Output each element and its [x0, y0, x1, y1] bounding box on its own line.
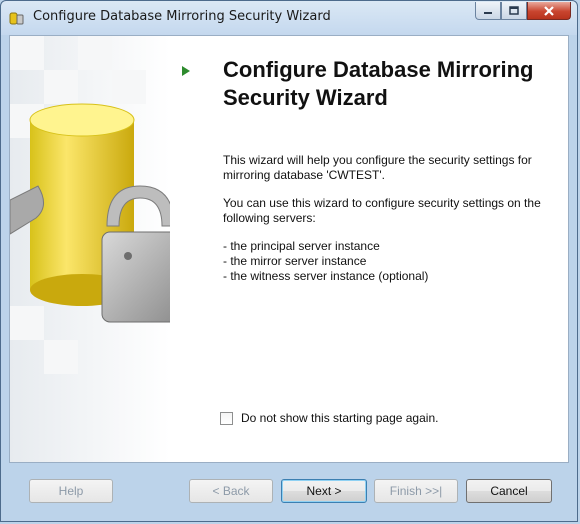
next-button[interactable]: Next > — [281, 479, 367, 503]
server-list-item: - the mirror server instance — [223, 254, 367, 268]
skip-start-page-checkbox[interactable] — [220, 411, 233, 425]
finish-button[interactable]: Finish >>| — [374, 479, 458, 503]
title-bar[interactable]: Configure Database Mirroring Security Wi… — [1, 1, 577, 33]
padlock-icon — [101, 231, 170, 323]
minimize-button[interactable] — [475, 2, 501, 20]
database-security-illustration — [10, 36, 170, 462]
skip-start-page-label[interactable]: Do not show this starting page again. — [241, 411, 438, 425]
page-heading: Configure Database Mirroring Security Wi… — [223, 57, 534, 110]
server-list: - the principal server instance - the mi… — [223, 239, 558, 284]
intro-text: This wizard will help you configure the … — [223, 153, 532, 182]
wizard-description: This wizard will help you configure the … — [223, 153, 558, 284]
maximize-icon — [509, 5, 519, 15]
skip-start-page-option[interactable]: Do not show this starting page again. — [220, 411, 438, 425]
minimize-icon — [484, 11, 492, 14]
close-button[interactable] — [527, 2, 571, 20]
back-button[interactable]: < Back — [189, 479, 273, 503]
server-list-item: - the principal server instance — [223, 239, 380, 253]
server-list-item: - the witness server instance (optional) — [223, 269, 429, 283]
current-step-arrow-icon — [182, 66, 190, 76]
wizard-page: Configure Database Mirroring Security Wi… — [9, 35, 569, 463]
caption-buttons — [475, 2, 571, 22]
maximize-button[interactable] — [501, 2, 527, 20]
wizard-app-icon — [9, 12, 24, 25]
close-icon — [544, 5, 554, 16]
window-title: Configure Database Mirroring Security Wi… — [33, 9, 331, 24]
help-button[interactable]: Help — [29, 479, 113, 503]
cancel-button[interactable]: Cancel — [466, 479, 552, 503]
wizard-window: Configure Database Mirroring Security Wi… — [0, 0, 578, 522]
button-bar: Help < Back Next > Finish >>| Cancel — [1, 467, 577, 523]
usage-text: You can use this wizard to configure sec… — [223, 196, 541, 225]
